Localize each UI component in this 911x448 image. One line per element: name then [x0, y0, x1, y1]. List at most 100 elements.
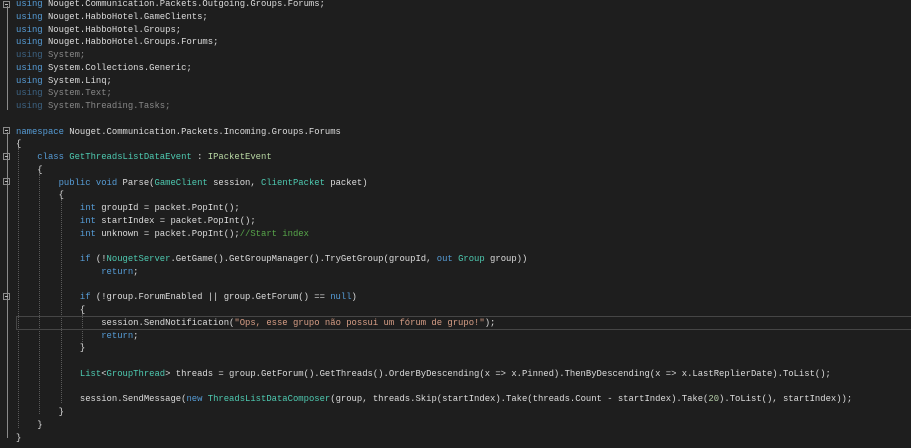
code-line[interactable]: namespace Nouget.Communication.Packets.I…: [16, 126, 852, 139]
code-token: System.Threading.Tasks;: [47, 101, 171, 111]
code-token: }: [16, 419, 43, 430]
code-token: :: [191, 152, 208, 162]
code-token: );: [484, 317, 496, 328]
code-lines[interactable]: using Nouget.Communication.Packets.Outgo…: [16, 0, 852, 444]
code-token: Nouget.Communication.Packets.Outgoing.Gr…: [47, 0, 325, 9]
code-line[interactable]: if (!group.ForumEnabled || group.GetForu…: [16, 291, 852, 304]
code-line[interactable]: [16, 381, 852, 394]
code-line[interactable]: using Nouget.HabboHotel.Groups.Forums;: [16, 36, 852, 49]
code-token: {: [16, 190, 64, 201]
code-token: using: [16, 101, 43, 111]
code-line[interactable]: using System.Linq;: [16, 75, 852, 88]
code-token: startIndex = packet.PopInt();: [101, 215, 256, 226]
code-line[interactable]: [16, 279, 852, 292]
code-line[interactable]: [16, 113, 852, 126]
collapse-namespace-icon[interactable]: [3, 127, 10, 134]
collapse-if-icon[interactable]: [3, 293, 10, 300]
code-token: int: [16, 203, 102, 213]
code-line[interactable]: int unknown = packet.PopInt();//Start in…: [16, 228, 852, 241]
code-line[interactable]: using System.Collections.Generic;: [16, 62, 852, 75]
code-line[interactable]: public void Parse(GameClient session, Cl…: [16, 177, 852, 190]
code-line[interactable]: using System.Threading.Tasks;: [16, 100, 852, 113]
code-token: Parse(: [122, 177, 155, 188]
code-token: {: [16, 139, 22, 150]
code-token: using: [16, 50, 43, 60]
code-token: using: [16, 0, 43, 9]
code-token: {: [16, 305, 86, 315]
code-token: "Ops, esse grupo não possui um fórum de …: [234, 317, 485, 328]
code-token: if: [16, 254, 96, 264]
code-line[interactable]: session.SendNotification("Ops, esse grup…: [16, 317, 852, 330]
code-token: null: [330, 292, 352, 303]
code-line[interactable]: int groupId = packet.PopInt();: [16, 202, 852, 215]
code-line[interactable]: using Nouget.HabboHotel.GameClients;: [16, 11, 852, 24]
code-token: System.Collections.Generic;: [47, 62, 192, 73]
code-token: namespace: [16, 126, 64, 137]
code-line[interactable]: class GetThreadsListDataEvent : IPacketE…: [16, 151, 852, 164]
code-token: NougetServer: [106, 254, 171, 264]
code-token: ).ToList(), startIndex));: [719, 394, 853, 405]
code-token: int: [16, 228, 102, 239]
code-token: ThreadsListDataComposer: [207, 394, 331, 405]
code-editor[interactable]: using Nouget.Communication.Packets.Outgo…: [0, 0, 911, 448]
code-line[interactable]: using System;: [16, 49, 852, 62]
code-line[interactable]: if (!NougetServer.GetGame().GetGroupMana…: [16, 253, 852, 266]
code-token: using: [16, 37, 43, 48]
code-token: System;: [47, 50, 86, 60]
code-line[interactable]: return;: [16, 330, 852, 343]
code-token: Nouget.HabboHotel.Groups.Forums;: [47, 37, 219, 48]
code-token: ;: [133, 266, 139, 277]
collapse-class-icon[interactable]: [3, 153, 10, 160]
code-token: Nouget.HabboHotel.GameClients;: [47, 11, 208, 22]
code-token: Group: [458, 254, 485, 264]
code-token: (!: [95, 254, 107, 264]
code-line[interactable]: int startIndex = packet.PopInt();: [16, 215, 852, 228]
code-token: session.SendNotification(: [16, 317, 235, 328]
code-line[interactable]: [16, 355, 852, 368]
code-token: class: [16, 152, 70, 162]
code-token: System.Linq;: [47, 75, 112, 86]
code-token: ;: [133, 330, 139, 341]
code-token: session.SendMessage(: [16, 394, 187, 405]
collapse-method-icon[interactable]: [3, 178, 10, 185]
code-line[interactable]: {: [16, 304, 852, 317]
code-token: int: [16, 215, 102, 226]
code-token: if: [16, 292, 96, 303]
code-line[interactable]: session.SendMessage(new ThreadsListDataC…: [16, 393, 852, 406]
code-token: GameClient: [154, 177, 208, 188]
code-token: using: [16, 11, 43, 22]
code-line[interactable]: {: [16, 164, 852, 177]
code-token: unknown = packet.PopInt();: [101, 228, 240, 239]
code-line[interactable]: }: [16, 419, 852, 432]
code-line[interactable]: {: [16, 138, 852, 151]
code-token: Nouget.Communication.Packets.Incoming.Gr…: [69, 126, 341, 137]
code-token: groupId = packet.PopInt();: [101, 203, 240, 213]
code-token: GetThreadsListDataEvent: [69, 152, 192, 162]
code-line[interactable]: }: [16, 406, 852, 419]
code-line[interactable]: [16, 240, 852, 253]
code-token: new: [186, 394, 208, 405]
code-token: List: [16, 368, 102, 379]
code-line[interactable]: List<GroupThread> threads = group.GetFor…: [16, 368, 852, 381]
code-token: group)): [484, 254, 528, 264]
code-token: > threads = group.GetForum().GetThreads(…: [165, 368, 831, 379]
code-token: 20: [708, 394, 720, 405]
collapse-usings-icon[interactable]: [3, 1, 10, 8]
code-token: packet): [324, 177, 368, 188]
code-line[interactable]: }: [16, 432, 852, 445]
code-line[interactable]: using Nouget.HabboHotel.Groups;: [16, 24, 852, 37]
code-token: //Start index: [239, 228, 309, 239]
code-token: {: [16, 164, 43, 175]
code-line[interactable]: }: [16, 342, 852, 355]
code-line[interactable]: {: [16, 189, 852, 202]
code-line[interactable]: return;: [16, 266, 852, 279]
code-token: using: [16, 24, 43, 35]
code-token: }: [16, 432, 22, 443]
code-line[interactable]: using Nouget.Communication.Packets.Outgo…: [16, 0, 852, 11]
code-token: }: [16, 407, 64, 417]
code-token: return: [16, 330, 134, 341]
code-token: (group, threads.Skip(startIndex).Take(th…: [330, 394, 709, 405]
code-token: ): [351, 292, 357, 303]
code-token: using: [16, 75, 43, 86]
code-line[interactable]: using System.Text;: [16, 87, 852, 100]
